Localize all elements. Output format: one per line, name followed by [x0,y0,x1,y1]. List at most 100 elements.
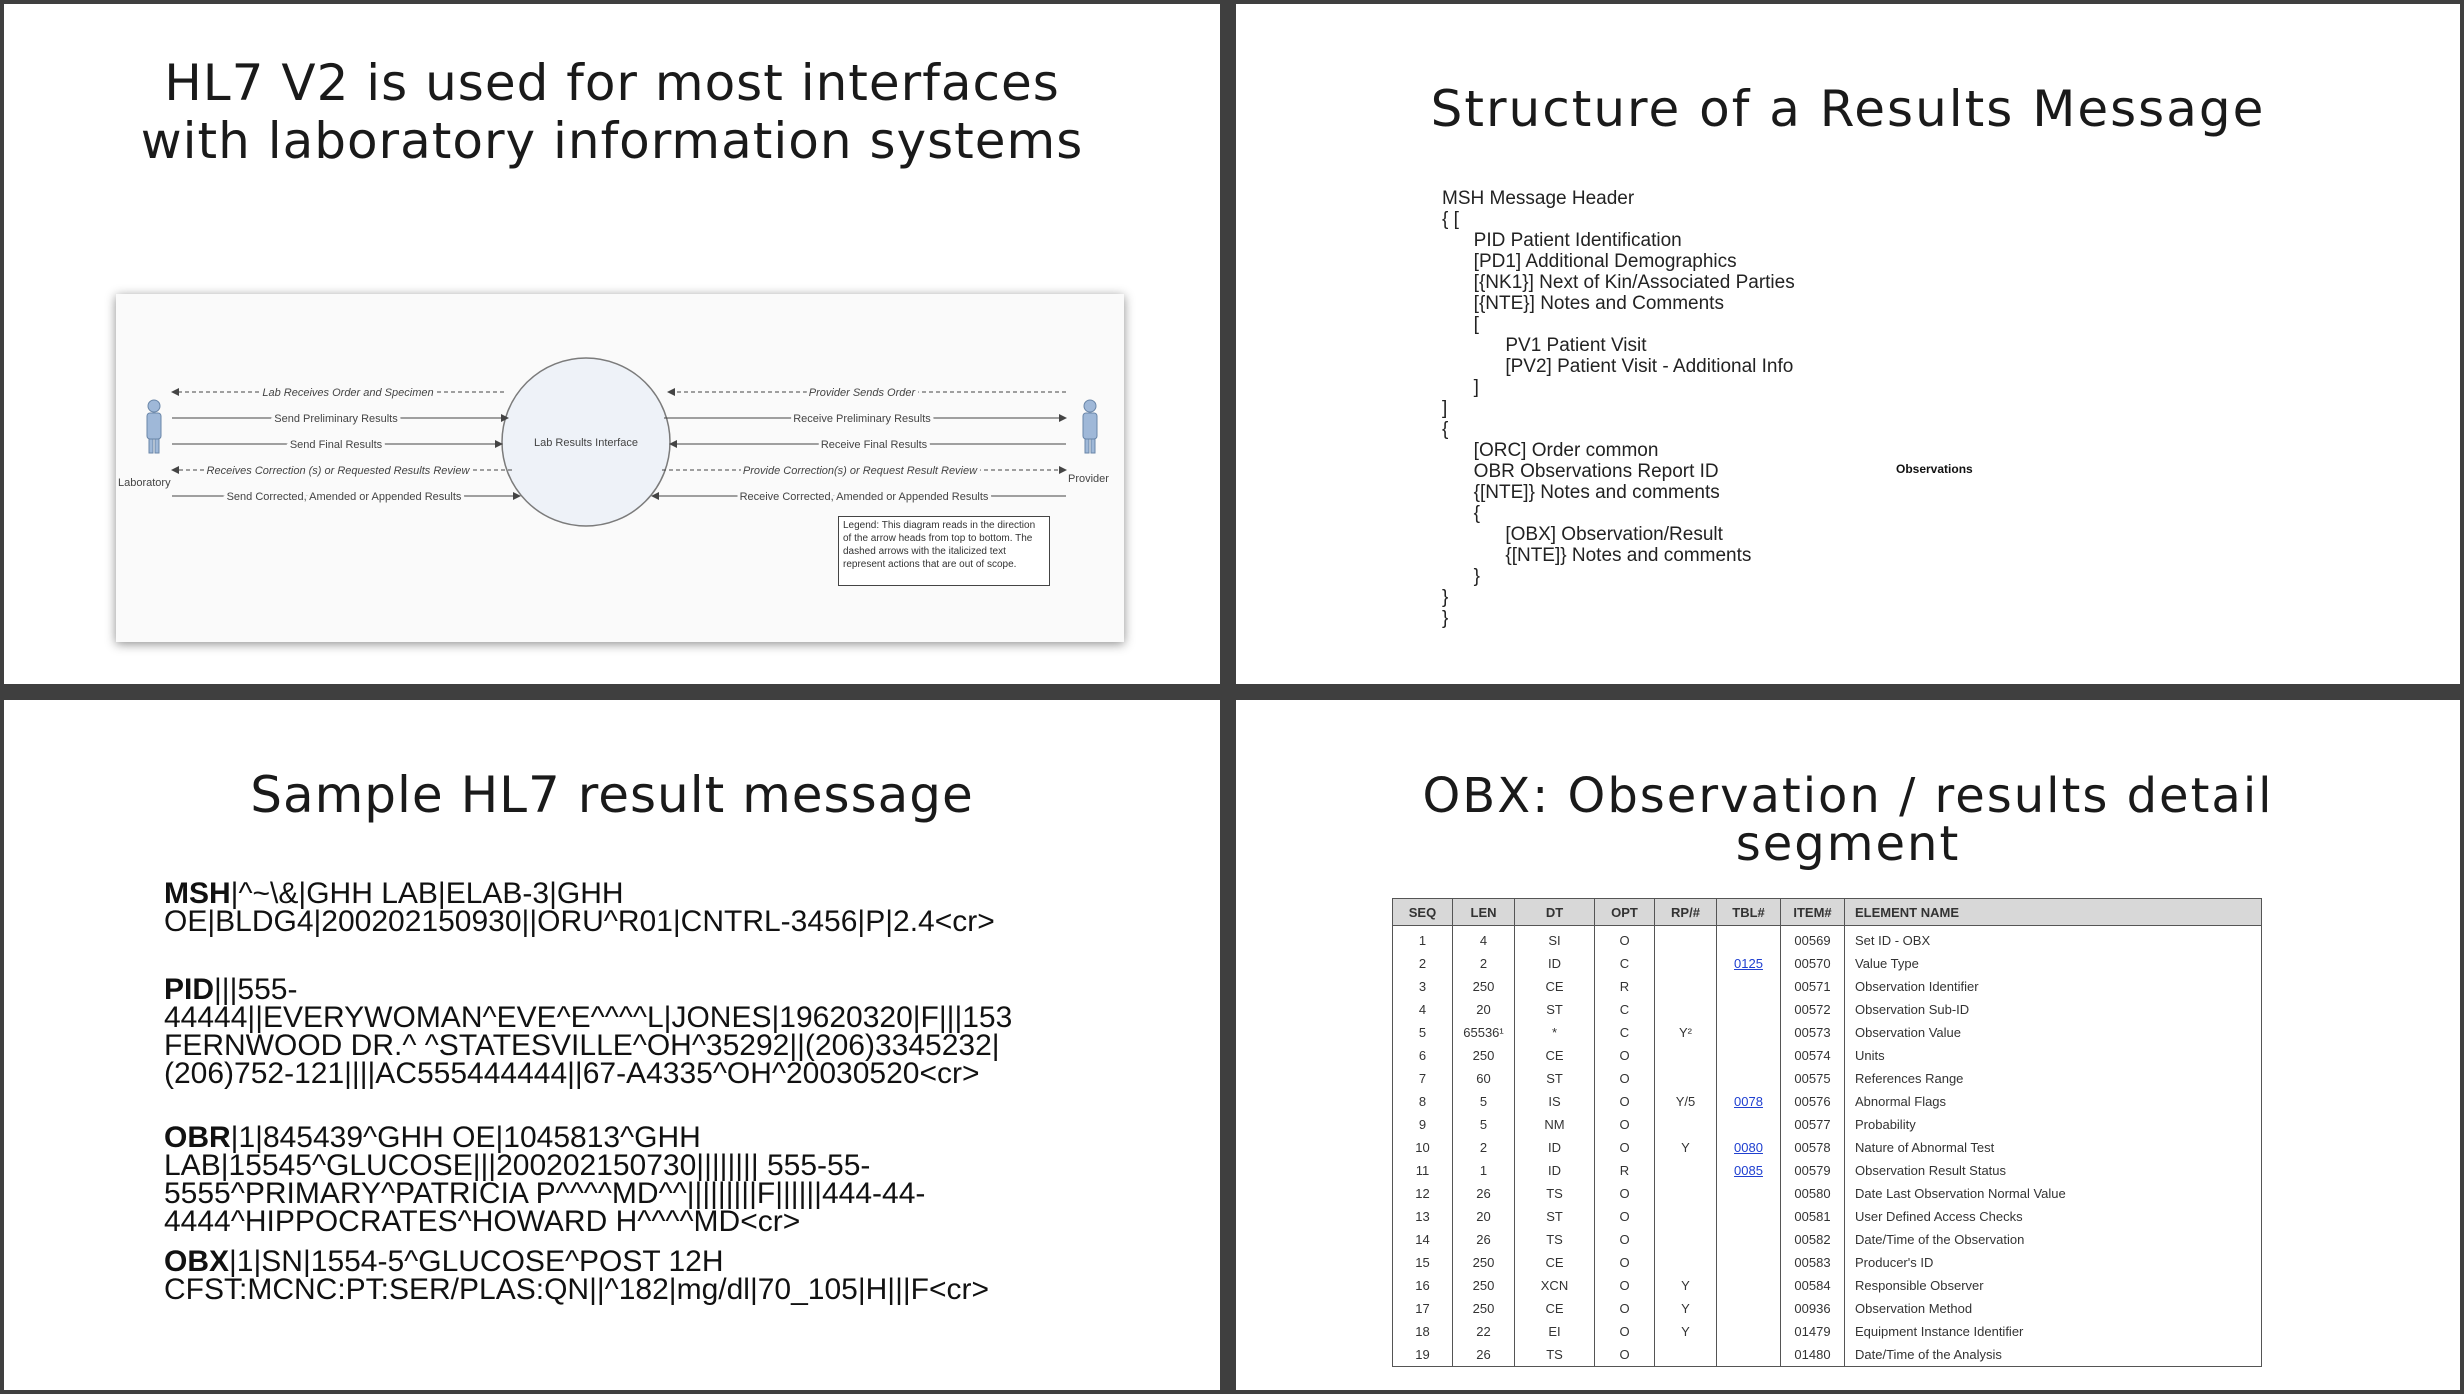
table-cell [1716,1044,1781,1067]
table-cell: 5 [1452,1113,1515,1136]
table-cell [1716,1205,1781,1228]
table-cell: 250 [1452,1044,1515,1067]
table-cell: CE [1514,1297,1595,1320]
table-row: 10 2 ID O Y 0080 00578 Nature of Abnormal Test [1392,1136,2262,1159]
structure-line: [{NTE}] Notes and Comments [1442,293,1724,314]
table-row: 13 20 ST O 00581 User Defined Access Checks [1392,1205,2262,1228]
table-cell: ST [1514,998,1595,1021]
table-cell: 00572 [1780,998,1845,1021]
table-cell [1716,1021,1781,1044]
table-cell: 00584 [1780,1274,1845,1297]
provider-person-icon [1082,399,1098,454]
table-cell [1654,952,1717,975]
table-cell: 250 [1452,1251,1515,1274]
table-cell [1654,998,1717,1021]
message-structure: MSH Message Header{ [ PID Patient Identi… [1442,188,1795,629]
provider-label: Provider [1068,473,1109,485]
table-cell: Set ID - OBX [1844,925,2262,952]
structure-line: } [1442,587,1449,608]
column-header: RP/# [1654,898,1717,926]
structure-line: {[NTE]} Notes and comments [1442,545,1752,566]
table-cell: 20 [1452,998,1515,1021]
table-cell: 26 [1452,1343,1515,1367]
table-row: 1 4 SI O 00569 Set ID - OBX [1392,925,2262,952]
table-cell: 250 [1452,1274,1515,1297]
slide-title: Structure of a Results Message [1430,80,2266,138]
table-row: 7 60 ST O 00575 References Range [1392,1067,2262,1090]
table-link[interactable]: 0125 [1716,952,1781,975]
table-cell [1654,1044,1717,1067]
table-cell: 6 [1392,1044,1453,1067]
table-cell: 18 [1392,1320,1453,1343]
table-row: 16 250 XCN O Y 00584 Responsible Observer [1392,1274,2262,1297]
table-cell: Y [1654,1136,1717,1159]
msh-segment: MSH|^~\&|GHH LAB|ELAB-3|GHH OE|BLDG4|200… [164,877,1024,938]
table-cell: 00574 [1780,1044,1845,1067]
structure-line: [ORC] Order common [1442,440,1659,461]
table-cell: Observation Method [1844,1297,2262,1320]
table-row: 19 26 TS O 01480 Date/Time of the Analysis [1392,1343,2262,1367]
table-link[interactable]: 0078 [1716,1090,1781,1113]
table-row: 3 250 CE R 00571 Observation Identifier [1392,975,2262,998]
table-cell: 5 [1392,1021,1453,1044]
right-arrow-5: Receive Corrected, Amended or Appended R… [740,491,989,503]
table-cell: Observation Sub-ID [1844,998,2262,1021]
table-cell: O [1594,1251,1655,1274]
table-cell: 16 [1392,1274,1453,1297]
table-cell: 00575 [1780,1067,1845,1090]
table-cell: 4 [1392,998,1453,1021]
title-line-1: HL7 V2 is used for most interfaces [164,54,1060,112]
table-cell: Observation Identifier [1844,975,2262,998]
table-cell: 00583 [1780,1251,1845,1274]
structure-line: { [1442,503,1481,524]
structure-line: [OBX] Observation/Result [1442,524,1723,545]
table-cell: 7 [1392,1067,1453,1090]
table-cell: Responsible Observer [1844,1274,2262,1297]
table-cell [1716,1320,1781,1343]
table-cell [1716,1251,1781,1274]
table-cell: O [1594,1067,1655,1090]
table-cell: O [1594,1113,1655,1136]
table-cell: O [1594,925,1655,952]
table-cell: Date Last Observation Normal Value [1844,1182,2262,1205]
left-arrow-2: Send Preliminary Results [274,413,398,425]
obr-segment: OBR|1|845439^GHH OE|1045813^GHH LAB|1554… [164,1123,1024,1237]
table-cell: 9 [1392,1113,1453,1136]
table-cell: Equipment Instance Identifier [1844,1320,2262,1343]
table-cell: ST [1514,1205,1595,1228]
slide-lis-interfaces: HL7 V2 is used for most interfaces with … [4,4,1220,684]
right-arrow-3: Receive Final Results [821,439,928,451]
title-line-2: with laboratory information systems [140,112,1084,170]
table-cell: 60 [1452,1067,1515,1090]
segment-text: |^~\&|GHH LAB|ELAB-3|GHH OE|BLDG4|200202… [164,877,995,938]
table-link[interactable]: 0085 [1716,1159,1781,1182]
slide-title: Sample HL7 result message [250,766,974,824]
table-row: 14 26 TS O 00582 Date/Time of the Observation [1392,1228,2262,1251]
table-cell: TS [1514,1182,1595,1205]
laboratory-label: Laboratory [118,477,171,489]
table-cell: 2 [1392,952,1453,975]
right-arrow-2: Receive Preliminary Results [793,413,931,425]
structure-line: ] [1442,398,1448,419]
table-cell: 13 [1392,1205,1453,1228]
table-cell [1716,1274,1781,1297]
table-cell: Y [1654,1297,1717,1320]
table-cell: 00570 [1780,952,1845,975]
table-cell: ST [1514,1067,1595,1090]
structure-line: MSH Message Header [1442,188,1635,209]
table-cell: 01480 [1780,1343,1845,1367]
table-cell [1716,1182,1781,1205]
right-arrow-4: Provide Correction(s) or Request Result … [743,465,978,477]
table-cell: 12 [1392,1182,1453,1205]
table-cell: 1 [1452,1159,1515,1182]
table-cell: O [1594,1182,1655,1205]
table-link[interactable]: 0080 [1716,1136,1781,1159]
structure-line: PID Patient Identification [1442,230,1682,251]
observations-label: Observations [1896,462,1973,476]
column-header: ITEM# [1780,898,1845,926]
table-cell [1654,1228,1717,1251]
table-cell [1654,925,1717,952]
structure-line: OBR Observations Report ID [1442,461,1719,482]
table-cell: 00581 [1780,1205,1845,1228]
laboratory-person-icon [146,399,162,454]
